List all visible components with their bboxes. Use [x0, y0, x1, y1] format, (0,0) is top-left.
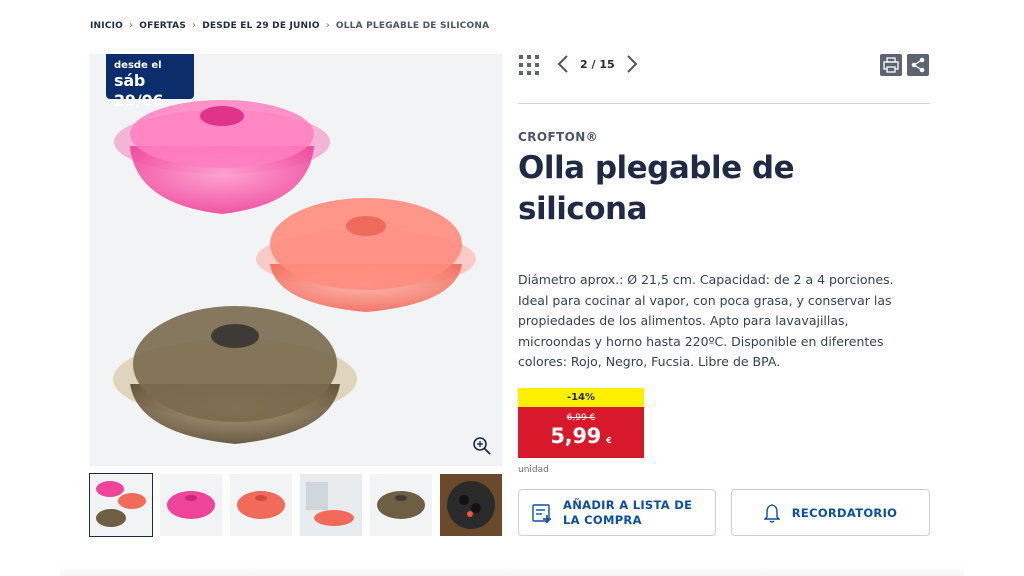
- badge-line2: sáb 29/06: [114, 71, 164, 110]
- price-currency: €: [606, 436, 612, 445]
- breadcrumb-desde[interactable]: DESDE EL 29 DE JUNIO: [202, 21, 319, 31]
- grid-icon[interactable]: [518, 54, 540, 76]
- thumbnail-6[interactable]: [440, 474, 502, 536]
- product-topbar: 2 / 15: [518, 50, 930, 104]
- thumbnail-3[interactable]: [230, 474, 292, 536]
- thumbnail-1[interactable]: [89, 473, 153, 537]
- share-button[interactable]: [907, 54, 929, 76]
- breadcrumb-separator-icon: ›: [129, 20, 134, 31]
- breadcrumb-ofertas[interactable]: OFERTAS: [139, 21, 186, 31]
- thumbnail-image: [96, 481, 146, 527]
- thumbnail-image: [377, 491, 425, 519]
- thumbnail-image: [237, 491, 285, 519]
- thumbnail-image: [440, 474, 502, 536]
- add-to-list-label: AÑADIR A LISTA DE LA COMPRA: [563, 497, 693, 527]
- discount-badge: -14%: [518, 388, 644, 407]
- thumbnail-2[interactable]: [160, 474, 222, 536]
- print-button[interactable]: [880, 54, 902, 76]
- chevron-right-icon[interactable]: [625, 54, 639, 74]
- zoom-in-icon[interactable]: [472, 436, 492, 456]
- bell-icon: [763, 503, 780, 523]
- current-price: 5,99: [550, 424, 601, 448]
- price-tag: 6,99 € 5,99 €: [518, 407, 644, 458]
- section-divider: [60, 566, 964, 576]
- main-product-image[interactable]: desde el sáb 29/06: [90, 54, 502, 466]
- share-icon: [911, 57, 925, 73]
- date-badge: desde el sáb 29/06: [106, 54, 194, 110]
- breadcrumb-separator-icon: ›: [325, 20, 330, 31]
- price-unit: unidad: [518, 465, 549, 475]
- thumbnail-4[interactable]: [300, 474, 362, 536]
- product-description: Diámetro aprox.: Ø 21,5 cm. Capacidad: d…: [518, 272, 894, 369]
- chevron-left-icon[interactable]: [556, 54, 570, 74]
- thumbnail-image: [167, 491, 215, 519]
- price-box: -14% 6,99 € 5,99 €: [518, 388, 644, 458]
- product-brand[interactable]: CROFTON®: [518, 130, 598, 144]
- thumbnail-image: [300, 474, 362, 536]
- badge-line1: desde el: [114, 60, 162, 71]
- breadcrumb-inicio[interactable]: INICIO: [90, 21, 123, 31]
- pager: 2 / 15: [556, 54, 639, 74]
- list-add-icon: [532, 503, 551, 523]
- thumbnail-5[interactable]: [370, 474, 432, 536]
- product-photo: [113, 100, 476, 444]
- reminder-button[interactable]: RECORDATORIO: [731, 489, 930, 536]
- add-to-list-button[interactable]: AÑADIR A LISTA DE LA COMPRA: [518, 489, 716, 536]
- thumbnail-strip: [89, 473, 502, 537]
- breadcrumb-current: OLLA PLEGABLE DE SILICONA: [335, 20, 490, 31]
- print-icon: [883, 57, 899, 73]
- old-price: 6,99 €: [566, 413, 596, 423]
- breadcrumb: INICIO › OFERTAS › DESDE EL 29 DE JUNIO …: [90, 20, 489, 31]
- breadcrumb-separator-icon: ›: [192, 20, 197, 31]
- pager-count: 2 / 15: [580, 57, 615, 71]
- product-title: Olla plegable de silicona: [518, 150, 795, 227]
- reminder-label: RECORDATORIO: [791, 505, 898, 520]
